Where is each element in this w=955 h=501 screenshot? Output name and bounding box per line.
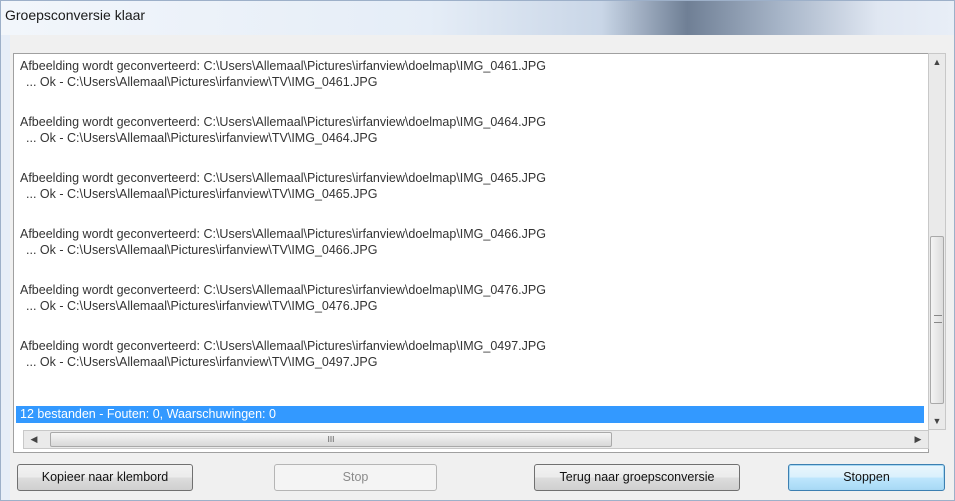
log-entry[interactable]: Afbeelding wordt geconverteerd: C:\Users… [20,338,546,370]
log-entry-result: ... Ok - C:\Users\Allemaal\Pictures\irfa… [26,299,378,313]
copy-to-clipboard-button[interactable]: Kopieer naar klembord [17,464,193,491]
log-entry[interactable]: Afbeelding wordt geconverteerd: C:\Users… [20,170,546,202]
vertical-scrollbar[interactable]: ▲ ▼ [928,53,946,430]
log-entry-source: Afbeelding wordt geconverteerd: C:\Users… [20,59,546,73]
scroll-down-icon[interactable]: ▼ [929,413,945,429]
log-entry-source: Afbeelding wordt geconverteerd: C:\Users… [20,227,546,241]
horizontal-scroll-thumb[interactable]: III [50,432,612,447]
log-entry[interactable]: Afbeelding wordt geconverteerd: C:\Users… [20,114,546,146]
log-entry-result: ... Ok - C:\Users\Allemaal\Pictures\irfa… [26,187,378,201]
grip-icon [934,315,942,323]
stop-button[interactable]: Stop [274,464,437,491]
scroll-right-icon[interactable]: ▶ [910,431,926,448]
log-entry-result: ... Ok - C:\Users\Allemaal\Pictures\irfa… [26,75,378,89]
log-entry-source: Afbeelding wordt geconverteerd: C:\Users… [20,283,546,297]
conversion-dialog: Groepsconversie klaar Afbeelding wordt g… [0,0,955,501]
log-entry[interactable]: Afbeelding wordt geconverteerd: C:\Users… [20,282,546,314]
horizontal-scrollbar[interactable]: ◀ III ▶ [23,430,929,449]
vertical-scroll-thumb[interactable] [930,236,944,404]
log-entry-source: Afbeelding wordt geconverteerd: C:\Users… [20,339,546,353]
log-entry[interactable]: Afbeelding wordt geconverteerd: C:\Users… [20,58,546,90]
title-bar[interactable]: Groepsconversie klaar [1,1,954,35]
status-summary-row[interactable]: 12 bestanden - Fouten: 0, Waarschuwingen… [16,406,924,423]
log-entry-source: Afbeelding wordt geconverteerd: C:\Users… [20,171,546,185]
back-to-batch-button[interactable]: Terug naar groepsconversie [534,464,740,491]
log-entry[interactable]: Afbeelding wordt geconverteerd: C:\Users… [20,226,546,258]
log-entry-result: ... Ok - C:\Users\Allemaal\Pictures\irfa… [26,243,378,257]
log-listbox[interactable]: Afbeelding wordt geconverteerd: C:\Users… [13,53,929,453]
scroll-up-icon[interactable]: ▲ [929,54,945,70]
log-entry-result: ... Ok - C:\Users\Allemaal\Pictures\irfa… [26,355,378,369]
log-entry-result: ... Ok - C:\Users\Allemaal\Pictures\irfa… [26,131,378,145]
quit-button[interactable]: Stoppen [788,464,945,491]
scroll-left-icon[interactable]: ◀ [26,431,42,448]
window-title: Groepsconversie klaar [5,7,146,23]
log-entry-source: Afbeelding wordt geconverteerd: C:\Users… [20,115,546,129]
